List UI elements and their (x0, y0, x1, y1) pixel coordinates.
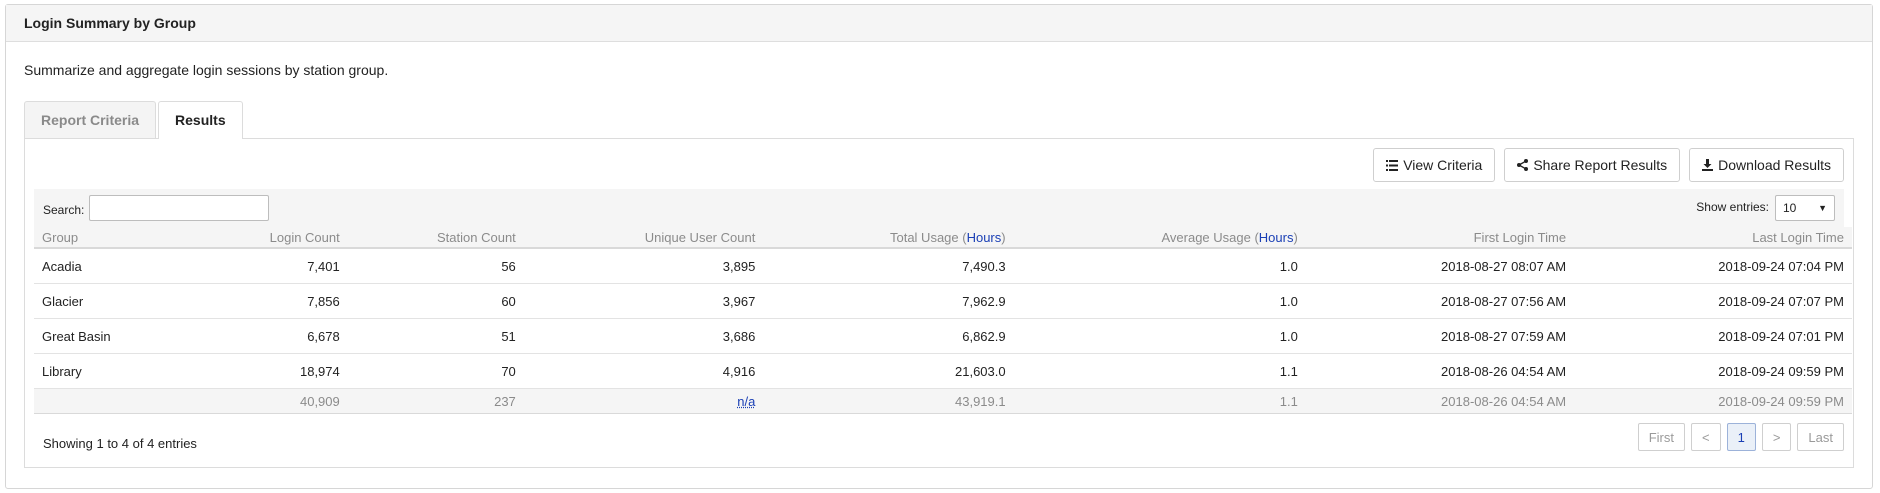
login-summary-panel: Login Summary by Group Summarize and agg… (5, 4, 1873, 489)
cell-last-login-time: 2018-09-24 09:59 PM (1574, 353, 1852, 389)
average-usage-header-text: Average Usage ( (1161, 229, 1259, 245)
pagination: First < 1 > Last (1637, 423, 1844, 451)
cell-average-usage: 1.0 (1013, 248, 1306, 284)
cell-login-count: 7,401 (194, 248, 348, 284)
pagination-prev-button[interactable]: < (1691, 423, 1721, 451)
column-header-last-login-time[interactable]: Last Login Time (1574, 227, 1852, 249)
cell-total-usage: 6,862.9 (763, 318, 1014, 354)
share-report-results-button[interactable]: Share Report Results (1504, 148, 1681, 182)
cell-first-login-time: 2018-08-26 04:54 AM (1305, 353, 1575, 389)
results-pane: View Criteria Share Report Results Downl… (24, 138, 1854, 468)
pagination-last-button[interactable]: Last (1797, 423, 1844, 451)
caret-down-icon: ▼ (1818, 203, 1827, 213)
totals-row: 40,909 237 n/a 43,919.1 1.1 2018-08-26 0… (34, 388, 1852, 414)
average-usage-hours-link[interactable]: Hours (1259, 230, 1294, 245)
cell-unique-user-count: 3,967 (523, 283, 764, 319)
cell-station-count: 51 (347, 318, 524, 354)
search-input[interactable] (89, 195, 269, 221)
column-header-average-usage[interactable]: Average Usage (Hours) (1013, 227, 1306, 249)
table-row: Glacier 7,856 60 3,967 7,962.9 1.0 2018-… (34, 283, 1852, 319)
table-filter-bar: Search: Show entries: 10 ▼ (34, 189, 1844, 227)
cell-last-login-time: 2018-09-24 07:07 PM (1574, 283, 1852, 319)
tab-report-criteria[interactable]: Report Criteria (24, 101, 157, 138)
view-criteria-button[interactable]: View Criteria (1373, 148, 1496, 182)
table-row: Great Basin 6,678 51 3,686 6,862.9 1.0 2… (34, 318, 1852, 354)
cell-group: Glacier (34, 283, 195, 319)
table-row: Library 18,974 70 4,916 21,603.0 1.1 201… (34, 353, 1852, 389)
login-summary-table: Group Login Count Station Count Unique U… (34, 227, 1852, 414)
cell-last-login-time: 2018-09-24 07:04 PM (1574, 248, 1852, 284)
cell-group: Library (34, 353, 195, 389)
column-header-first-login-time[interactable]: First Login Time (1305, 227, 1575, 249)
download-results-button[interactable]: Download Results (1689, 148, 1844, 182)
cell-total-usage: 7,962.9 (763, 283, 1014, 319)
cell-total-usage: 21,603.0 (763, 353, 1014, 389)
cell-login-count: 7,856 (194, 283, 348, 319)
total-unique-user-count: n/a (523, 388, 764, 414)
cell-station-count: 70 (347, 353, 524, 389)
share-label: Share Report Results (1533, 157, 1668, 173)
total-total-usage: 43,919.1 (763, 388, 1014, 414)
column-header-group[interactable]: Group (34, 227, 195, 249)
column-header-total-usage[interactable]: Total Usage (Hours) (763, 227, 1014, 249)
table-info: Showing 1 to 4 of 4 entries (43, 436, 197, 451)
average-usage-close-paren: ) (1293, 229, 1298, 245)
cell-last-login-time: 2018-09-24 07:01 PM (1574, 318, 1852, 354)
cell-login-count: 18,974 (194, 353, 348, 389)
report-tabs: Report Criteria Results (24, 101, 1854, 139)
column-header-login-count[interactable]: Login Count (194, 227, 348, 249)
panel-title: Login Summary by Group (24, 15, 196, 31)
cell-login-count: 6,678 (194, 318, 348, 354)
list-icon (1386, 159, 1399, 171)
share-icon (1517, 159, 1529, 171)
column-header-unique-user-count[interactable]: Unique User Count (523, 227, 764, 249)
cell-station-count: 60 (347, 283, 524, 319)
pagination-first-button[interactable]: First (1637, 423, 1685, 451)
panel-body: Summarize and aggregate login sessions b… (6, 60, 1872, 468)
total-group (34, 388, 195, 414)
cell-total-usage: 7,490.3 (763, 248, 1014, 284)
table-header-row: Group Login Count Station Count Unique U… (34, 227, 1852, 249)
cell-group: Acadia (34, 248, 195, 284)
panel-heading: Login Summary by Group (6, 5, 1872, 42)
download-icon (1702, 159, 1714, 171)
total-station-count: 237 (347, 388, 524, 414)
pagination-page-1[interactable]: 1 (1726, 423, 1756, 451)
column-header-station-count[interactable]: Station Count (347, 227, 524, 249)
download-label: Download Results (1718, 157, 1831, 173)
show-entries-value: 10 (1783, 201, 1797, 215)
cell-unique-user-count: 3,895 (523, 248, 764, 284)
total-usage-header-text: Total Usage ( (889, 229, 967, 245)
results-toolbar: View Criteria Share Report Results Downl… (1373, 148, 1844, 182)
tab-results[interactable]: Results (158, 101, 243, 139)
cell-average-usage: 1.0 (1013, 283, 1306, 319)
view-criteria-label: View Criteria (1403, 157, 1483, 173)
cell-first-login-time: 2018-08-27 08:07 AM (1305, 248, 1575, 284)
cell-station-count: 56 (347, 248, 524, 284)
cell-average-usage: 1.1 (1013, 353, 1306, 389)
cell-first-login-time: 2018-08-27 07:59 AM (1305, 318, 1575, 354)
pagination-next-button[interactable]: > (1761, 423, 1792, 451)
show-entries-select[interactable]: 10 ▼ (1775, 195, 1835, 221)
total-usage-hours-link[interactable]: Hours (967, 230, 1002, 245)
total-last-login-time: 2018-09-24 09:59 PM (1574, 388, 1852, 414)
search-label: Search: (43, 203, 85, 217)
cell-first-login-time: 2018-08-27 07:56 AM (1305, 283, 1575, 319)
cell-group: Great Basin (34, 318, 195, 354)
total-average-usage: 1.1 (1013, 388, 1306, 414)
total-first-login-time: 2018-08-26 04:54 AM (1305, 388, 1575, 414)
report-description: Summarize and aggregate login sessions b… (24, 62, 389, 78)
cell-unique-user-count: 3,686 (523, 318, 764, 354)
total-usage-close-paren: ) (1001, 229, 1006, 245)
show-entries-label: Show entries: (1696, 200, 1769, 214)
table-row: Acadia 7,401 56 3,895 7,490.3 1.0 2018-0… (34, 248, 1852, 284)
cell-unique-user-count: 4,916 (523, 353, 764, 389)
cell-average-usage: 1.0 (1013, 318, 1306, 354)
total-login-count: 40,909 (194, 388, 348, 414)
unique-user-na-link[interactable]: n/a (737, 394, 755, 409)
